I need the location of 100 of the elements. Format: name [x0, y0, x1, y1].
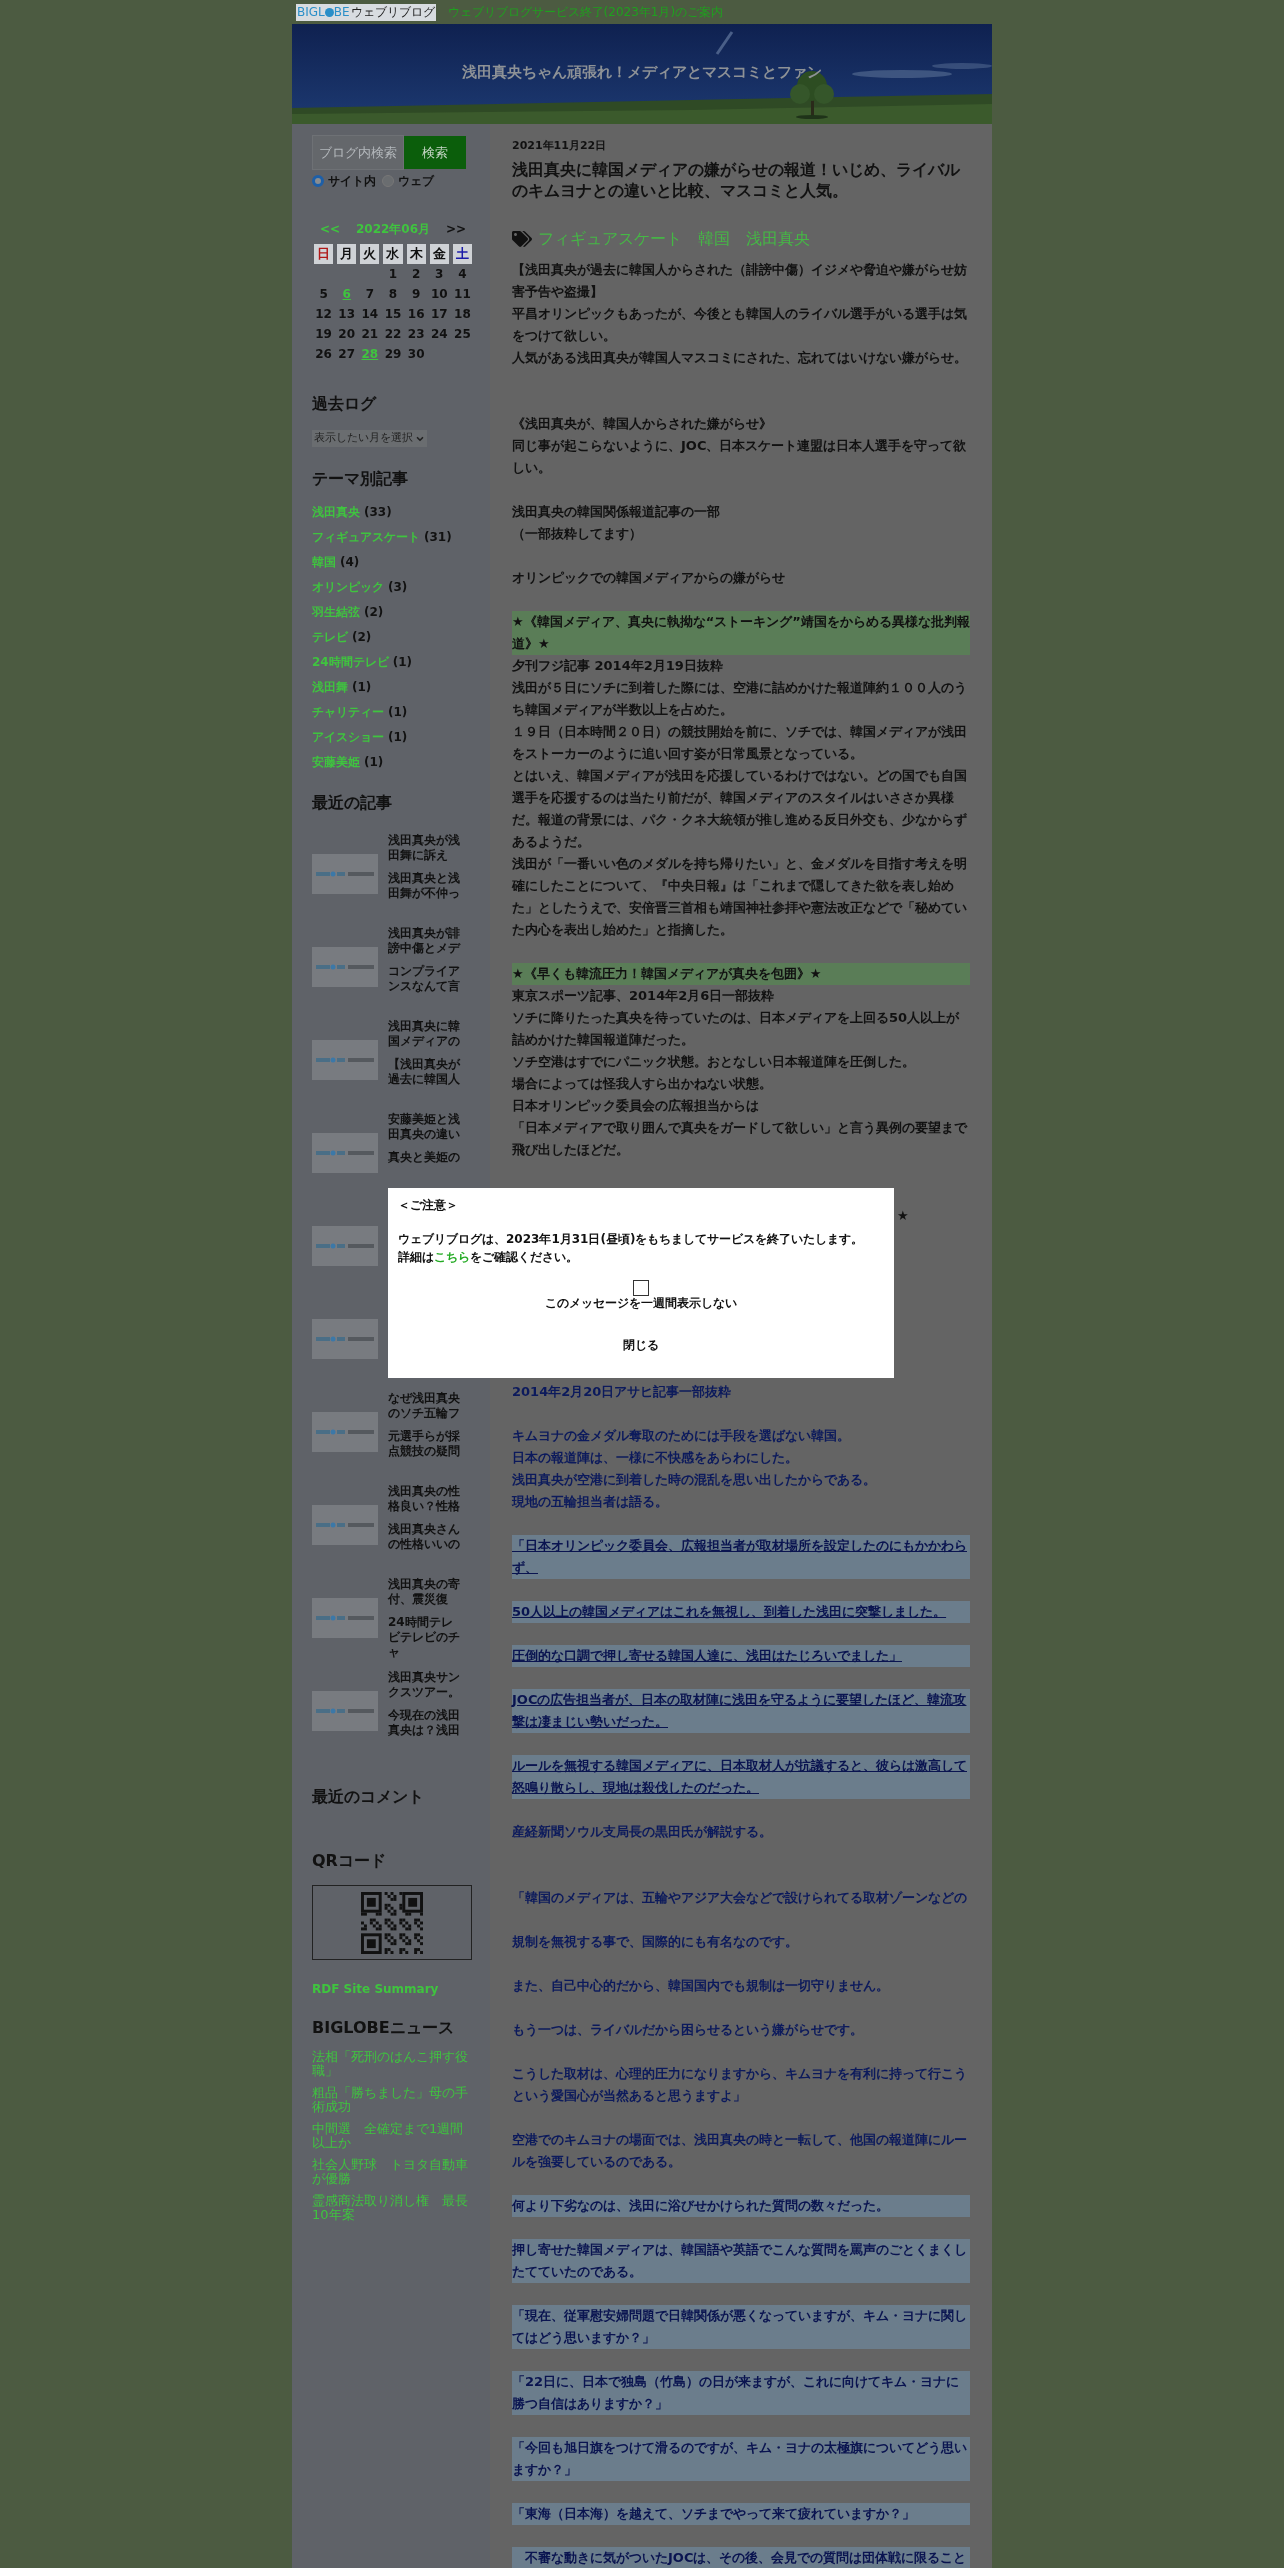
- news-link[interactable]: 霊感商法取り消し権 最長10年案: [312, 2194, 472, 2222]
- month-select[interactable]: 表示したい月を選択: [312, 430, 427, 447]
- calendar-day: 25: [450, 324, 474, 344]
- underlined-quote: ルールを無視する韓国メディアに、日本取材人が抗議すると、彼らは激高して怒鳴り散らし、現地は殺伐したのだった。: [512, 1754, 970, 1799]
- calendar-day-link[interactable]: 28: [358, 344, 382, 364]
- article-text: 浅田が５日にソチに到着した際には、空港に詰めかけた報道陣約１００人のうち韓国メディアが半数以上を占めた。: [512, 678, 968, 719]
- dialog-detail: 詳細はこちらをご確認ください。: [398, 1249, 579, 1266]
- article-excerpt: 24時間テレビテレビのチャ: [388, 1615, 461, 1660]
- theme-count: (4): [340, 554, 360, 571]
- highlighted-quote: 「東海（日本海）を越えて、ソチまでやって来て疲れていますか？」: [512, 2502, 970, 2525]
- calendar-day: 18: [450, 304, 474, 324]
- calendar-day: 7: [358, 284, 382, 304]
- article-link[interactable]: 安藤美姫と浅田真央の違い: [388, 1112, 462, 1142]
- section-heading: 最近のコメント: [312, 1786, 425, 1808]
- theme-link[interactable]: 安藤美姫: [312, 753, 360, 771]
- theme-count: (2): [364, 604, 384, 621]
- article-excerpt: 浅田真央さんの性格いいの: [388, 1522, 461, 1552]
- theme-count: (3): [388, 579, 408, 596]
- underlined-quote: 圧倒的な口調で押し寄せる韓国人達に、浅田はたじろいでました」: [512, 1644, 970, 1667]
- calendar-day: 5: [312, 284, 336, 304]
- weekday-label: 金: [429, 244, 449, 264]
- highlighted-heading: ★《韓国メディア、真央に執拗な“ストーキング”靖国をからめる異様な批判報道》★: [512, 610, 970, 655]
- calendar-month[interactable]: 2022年06月: [355, 220, 431, 238]
- checkbox[interactable]: [633, 1280, 649, 1296]
- article-text: 「日本メディアで取り囲んで真央をガードして欲しい」と言う異例の要望まで飛び出したほどだ。: [512, 1118, 969, 1159]
- article-title: 浅田真央に韓国メディアの嫌がらせの報道！いじめ、ライバルのキムヨナとの違いと比較、マスコミと人気。: [512, 158, 961, 201]
- search-field[interactable]: ブログ内検索: [312, 135, 404, 170]
- theme-link[interactable]: チャリティー: [312, 703, 384, 721]
- news-link[interactable]: 社会人野球 トヨタ自動車が優勝: [312, 2158, 472, 2186]
- article-text: また、自己中心的だから、韓国国内でも規制は一切守りません。: [512, 1976, 890, 1995]
- article-text: ソチ空港はすでにパニック状態。おとなしい日本報道陣を圧倒した。: [512, 1052, 916, 1071]
- search-button[interactable]: 検索: [404, 136, 466, 169]
- article-link[interactable]: 浅田真央の寄付、震災復: [388, 1577, 462, 1607]
- close-button[interactable]: 閉じる: [619, 1336, 663, 1354]
- article-link[interactable]: 浅田真央の性格良い？性格: [388, 1484, 462, 1514]
- article-text: １９日（日本時間２０日）の競技開始を前に、ソチでは、韓国メディアが浅田をストーカーのように追い回す姿が日常風景となっている。: [512, 722, 968, 763]
- calendar-day-link[interactable]: 6: [335, 284, 359, 304]
- article-text: 日本オリンピック委員会の広報担当からは: [512, 1096, 760, 1115]
- news-link[interactable]: 粗品「勝ちました」母の手術成功: [312, 2086, 472, 2114]
- dialog-message: ウェブリブログは、2023年1月31日(昼頃)をもちましてサービスを終了いたします。: [398, 1231, 865, 1248]
- radio-button[interactable]: [312, 175, 324, 187]
- calendar-day: 29: [381, 344, 405, 364]
- calendar-day: 15: [381, 304, 405, 324]
- logo-badge[interactable]: BIGL BE ウェブリブログ: [296, 3, 436, 21]
- calendar-day: 30: [404, 344, 428, 364]
- theme-link[interactable]: アイスショー: [312, 728, 384, 746]
- calendar-day: 10: [427, 284, 451, 304]
- tag-link[interactable]: 韓国: [698, 226, 730, 251]
- calendar-day: 19: [312, 324, 336, 344]
- article-link[interactable]: 浅田真央が浅田舞に訴え: [388, 833, 462, 863]
- details-link[interactable]: こちら: [434, 1250, 470, 1264]
- logo-text: BIGL: [297, 6, 325, 18]
- article-link[interactable]: 浅田真央に韓国メディアの: [388, 1019, 462, 1049]
- underlined-quote: 50人以上の韓国メディアはこれを無視し、到着した浅田に突撃しました。: [512, 1600, 970, 1623]
- article-text: 「韓国のメディアは、五輪やアジア大会などで設けられてる取材ゾーンなどの: [512, 1888, 968, 1907]
- weekday-label: 火: [360, 244, 380, 264]
- theme-link[interactable]: 浅田真央: [312, 503, 360, 521]
- theme-count: (1): [392, 654, 413, 671]
- highlighted-heading: ★《早くも韓流圧力！韓国メディアが真央を包囲》★: [512, 962, 970, 985]
- article-text: 浅田真央が空港に到着した時の混乱を思い出したからである。: [512, 1470, 877, 1489]
- highlighted-quote: 何より下劣なのは、浅田に浴びせかけられた質問の数々だった。: [512, 2194, 970, 2217]
- theme-link[interactable]: 浅田舞: [312, 678, 348, 696]
- article-text: こうした取材は、心理的圧力になりますから、キムヨナを有利に持って行こうという愛国心が当然あると思うますよ」: [512, 2064, 968, 2105]
- news-link[interactable]: 中間選 全確定まで1週間以上か: [312, 2122, 472, 2150]
- theme-link[interactable]: 24時間テレビ: [312, 653, 389, 671]
- article-link[interactable]: 浅田真央サンクスツアー。: [388, 1670, 462, 1700]
- article-text: 浅田真央の韓国関係報道記事の一部: [512, 502, 721, 521]
- theme-link[interactable]: フィギュアスケート: [312, 528, 420, 546]
- section-heading: BIGLOBEニュース: [312, 2017, 455, 2039]
- theme-link[interactable]: 韓国: [312, 553, 336, 571]
- qr-code: [361, 1891, 423, 1954]
- rdf-link[interactable]: RDF Site Summary: [312, 1980, 476, 1998]
- next-month-link[interactable]: >>: [445, 220, 466, 238]
- calendar-day: 2: [404, 264, 428, 284]
- tag-link[interactable]: フィギュアスケート: [538, 226, 682, 251]
- news-link[interactable]: 法相「死刑のはんこ押す役職」: [312, 2050, 472, 2078]
- article-text: 東京スポーツ記事、2014年2月6日一部抜粋: [512, 986, 776, 1005]
- article-link[interactable]: なぜ浅田真央のソチ五輪フ: [388, 1391, 462, 1421]
- blog-title[interactable]: 浅田真央ちゃん頑張れ！メディアとマスコミとファン: [462, 60, 822, 88]
- article-link[interactable]: 浅田真央が誹謗中傷とメデ: [388, 926, 462, 956]
- post-date: 2021年11月22日: [512, 138, 608, 154]
- theme-link[interactable]: 羽生結弦: [312, 603, 360, 621]
- tag-link[interactable]: 浅田真央: [746, 226, 810, 251]
- theme-count: (31): [424, 529, 452, 546]
- prev-month-link[interactable]: <<: [320, 220, 341, 238]
- article-text: 空港でのキムヨナの場面では、浅田真央の時と一転して、他国の報道陣にルールを強要しているのである。: [512, 2130, 968, 2171]
- theme-link[interactable]: オリンピック: [312, 578, 384, 596]
- article-text: ソチに降りたった真央を待っていたのは、日本メディアを上回る50人以上が詰めかけた韓国報道陣だった。: [512, 1008, 961, 1049]
- article-text: オリンピックでの韓国メディアからの嫌がらせ: [512, 568, 786, 587]
- section-heading: 最近の記事: [312, 792, 393, 814]
- theme-link[interactable]: テレビ: [312, 628, 348, 646]
- article-text: 【浅田真央が過去に韓国人からされた（誹謗中傷）イジメや脅迫や嫌がらせ妨害予告や盗撮】: [512, 260, 968, 301]
- calendar-day: 21: [358, 324, 382, 344]
- article-excerpt: 真央と美姫の: [388, 1150, 461, 1165]
- calendar-day: 23: [404, 324, 428, 344]
- weekday-label: 土: [452, 244, 472, 264]
- article-text: 人気がある浅田真央が韓国人マスコミにされた、忘れてはいけない嫌がらせ。: [512, 348, 968, 367]
- calendar-day: 16: [404, 304, 428, 324]
- article-text: 2014年2月20日アサヒ記事一部抜粋: [512, 1382, 733, 1401]
- article-excerpt: 今現在の浅田真央は？浅田: [388, 1708, 461, 1738]
